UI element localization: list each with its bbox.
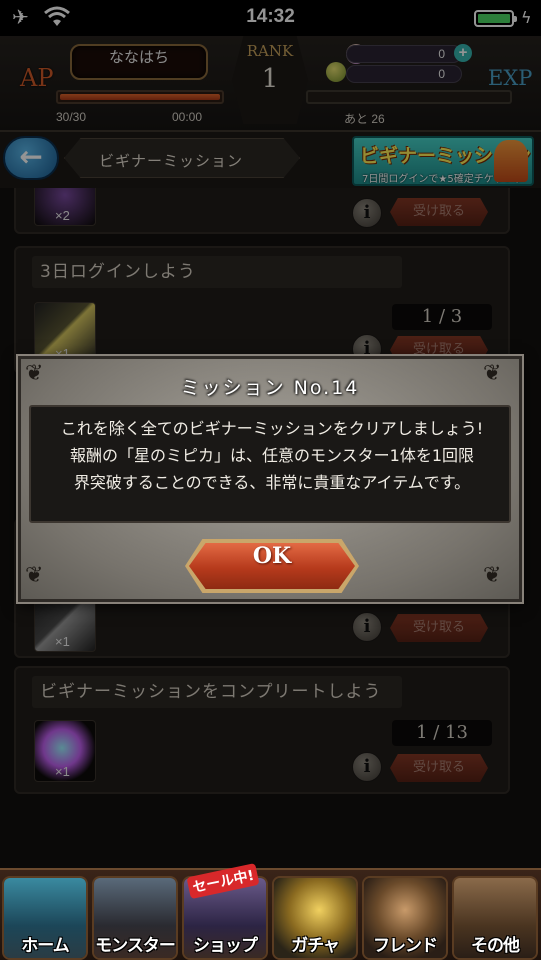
dialog-line: これを除く全てのビギナーミッションをクリアしましょう! [60,419,484,438]
nav-other[interactable]: その他 [452,876,538,960]
nav-label: モンスター [95,936,176,956]
nav-label: その他 [471,936,520,956]
nav-label: ショップ [193,936,258,956]
nav-label: ホーム [21,936,70,956]
nav-gacha[interactable]: ガチャ [272,876,358,960]
nav-friend[interactable]: フレンド [362,876,448,960]
ok-button[interactable]: OK [189,543,355,589]
ornament-icon: ❦ [25,563,44,588]
dialog-body: これを除く全てのビギナーミッションをクリアしましょう! 報酬の「星のミピカ」は、… [29,405,511,523]
dialog-message: これを除く全てのビギナーミッションをクリアしましょう! 報酬の「星のミピカ」は、… [31,415,513,496]
dialog-line: 界突破することのできる、非常に貴重なアイテムです。 [73,473,471,492]
bottom-nav: ホーム モンスター ショップ ガチャ フレンド その他 [0,868,541,960]
mission-detail-dialog: ❦ ❦ ❦ ❦ ミッション No.14 これを除く全てのビギナーミッションをクリ… [18,356,522,602]
dialog-line: 報酬の「星のミピカ」は、任意のモンスター1体を1回限 [69,446,475,465]
nav-monster[interactable]: モンスター [92,876,178,960]
nav-home[interactable]: ホーム [2,876,88,960]
nav-label: フレンド [373,936,438,956]
nav-label: ガチャ [291,936,340,956]
dialog-title: ミッション No.14 [180,377,360,399]
ornament-icon: ❦ [483,563,502,588]
